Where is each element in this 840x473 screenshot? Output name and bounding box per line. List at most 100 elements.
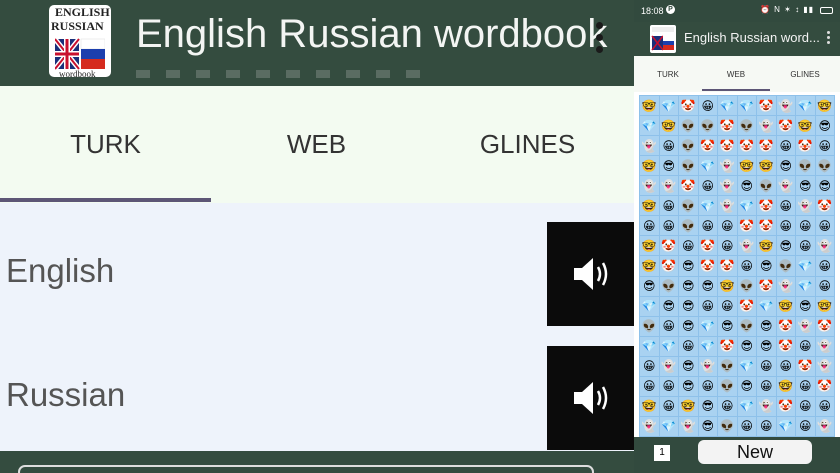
game-tile[interactable]: 😎	[698, 396, 717, 416]
game-tile[interactable]: 💎	[698, 316, 717, 336]
game-tile[interactable]: 😀	[776, 196, 795, 216]
game-tile[interactable]: 😎	[659, 296, 678, 316]
game-tile[interactable]: 😀	[659, 196, 678, 216]
game-tile[interactable]: 👽	[737, 116, 756, 136]
game-tile[interactable]: 😀	[757, 356, 776, 376]
tab-web[interactable]: WEB	[211, 86, 422, 203]
game-tile[interactable]: 💎	[698, 336, 717, 356]
game-tile[interactable]: 😀	[659, 396, 678, 416]
game-tile[interactable]: 👻	[640, 416, 659, 436]
game-tile[interactable]: 🤡	[815, 376, 834, 396]
game-tile[interactable]: 😀	[718, 216, 737, 236]
game-tile[interactable]: 👻	[815, 356, 834, 376]
game-tile[interactable]: 💎	[640, 116, 659, 136]
game-tile[interactable]: 😀	[679, 236, 698, 256]
game-tile[interactable]: 😎	[679, 256, 698, 276]
game-tile[interactable]: 🤡	[776, 396, 795, 416]
game-tile[interactable]: 😀	[698, 376, 717, 396]
bottom-input-outline[interactable]	[18, 465, 594, 473]
game-tile[interactable]: 🤡	[757, 96, 776, 116]
game-tile[interactable]: 💎	[718, 96, 737, 116]
game-tile[interactable]: 😀	[815, 256, 834, 276]
game-tile[interactable]: 💎	[659, 336, 678, 356]
game-tile[interactable]: 🤡	[718, 336, 737, 356]
game-tile[interactable]: 😀	[776, 136, 795, 156]
game-tile[interactable]: 🤡	[679, 96, 698, 116]
speak-russian-button[interactable]	[547, 346, 634, 450]
game-tile[interactable]: 🤡	[737, 216, 756, 236]
game-tile[interactable]: 😀	[737, 416, 756, 436]
game-tile[interactable]: 😀	[796, 376, 815, 396]
phone-tab-web[interactable]: WEB	[702, 56, 770, 92]
game-tile[interactable]: 😎	[698, 276, 717, 296]
game-tile[interactable]: 😎	[679, 316, 698, 336]
game-tile[interactable]: 😀	[796, 416, 815, 436]
game-tile[interactable]: 😎	[679, 356, 698, 376]
game-tile[interactable]: 💎	[698, 156, 717, 176]
game-tile[interactable]: 💎	[737, 96, 756, 116]
game-tile[interactable]: 😎	[679, 376, 698, 396]
game-tile[interactable]: 🤓	[815, 96, 834, 116]
game-tile[interactable]: 🤓	[718, 276, 737, 296]
game-tile[interactable]: 🤡	[718, 136, 737, 156]
game-tile[interactable]: 😎	[737, 336, 756, 356]
game-tile[interactable]: 😀	[796, 236, 815, 256]
game-tile[interactable]: 💎	[776, 416, 795, 436]
game-tile[interactable]: 😀	[815, 136, 834, 156]
game-tile[interactable]: 👻	[640, 176, 659, 196]
game-tile[interactable]: 👻	[815, 336, 834, 356]
game-tile[interactable]: 🤓	[640, 236, 659, 256]
game-tile[interactable]: 😎	[815, 176, 834, 196]
game-tile[interactable]: 💎	[796, 256, 815, 276]
game-tile[interactable]: 👻	[659, 356, 678, 376]
game-tile[interactable]: 😎	[796, 296, 815, 316]
game-tile[interactable]: 👻	[737, 236, 756, 256]
game-tile[interactable]: 🤡	[776, 116, 795, 136]
game-tile[interactable]: 😀	[698, 96, 717, 116]
game-tile[interactable]: 😀	[698, 216, 717, 236]
game-tile[interactable]: 🤓	[737, 156, 756, 176]
game-tile[interactable]: 👽	[640, 316, 659, 336]
game-tile[interactable]: 👻	[796, 316, 815, 336]
small-square-button[interactable]: 1	[654, 445, 670, 461]
game-tile[interactable]: 😀	[640, 216, 659, 236]
game-tile[interactable]: 😎	[757, 336, 776, 356]
game-tile[interactable]: 👻	[815, 416, 834, 436]
overflow-menu-icon[interactable]	[596, 22, 604, 58]
game-tile[interactable]: 😎	[737, 376, 756, 396]
phone-tab-turk[interactable]: TURK	[634, 56, 702, 92]
game-tile[interactable]: 🤡	[796, 136, 815, 156]
game-tile[interactable]: 💎	[737, 196, 756, 216]
overflow-menu-icon[interactable]	[827, 31, 831, 46]
game-tile[interactable]: 😀	[815, 276, 834, 296]
game-tile[interactable]: 🤓	[640, 156, 659, 176]
game-tile[interactable]: 👽	[679, 136, 698, 156]
game-tile[interactable]: 🤡	[698, 236, 717, 256]
game-tile[interactable]: 😎	[796, 176, 815, 196]
game-tile[interactable]: 😀	[640, 376, 659, 396]
game-tile[interactable]: 😀	[640, 356, 659, 376]
game-tile[interactable]: 😀	[659, 216, 678, 236]
game-tile[interactable]: 👻	[757, 116, 776, 136]
game-tile[interactable]: 💎	[796, 276, 815, 296]
game-tile[interactable]: 🤡	[698, 256, 717, 276]
game-tile[interactable]: 👽	[679, 216, 698, 236]
game-tile[interactable]: 😎	[640, 276, 659, 296]
game-tile[interactable]: 😀	[796, 336, 815, 356]
game-tile[interactable]: 💎	[659, 416, 678, 436]
game-tile[interactable]: 🤡	[737, 296, 756, 316]
game-tile[interactable]: 😀	[757, 416, 776, 436]
game-tile[interactable]: 🤓	[776, 376, 795, 396]
game-tile[interactable]: 😀	[718, 236, 737, 256]
game-tile[interactable]: 🤓	[640, 396, 659, 416]
game-tile[interactable]: 🤡	[659, 236, 678, 256]
game-tile[interactable]: 😀	[757, 376, 776, 396]
game-tile[interactable]: 👻	[698, 356, 717, 376]
game-tile[interactable]: 🤡	[718, 256, 737, 276]
game-tile[interactable]: 🤡	[757, 136, 776, 156]
game-tile[interactable]: 👽	[737, 276, 756, 296]
game-tile[interactable]: 👽	[815, 156, 834, 176]
game-tile[interactable]: 💎	[757, 296, 776, 316]
game-tile[interactable]: 😀	[659, 316, 678, 336]
game-tile[interactable]: 👻	[776, 276, 795, 296]
